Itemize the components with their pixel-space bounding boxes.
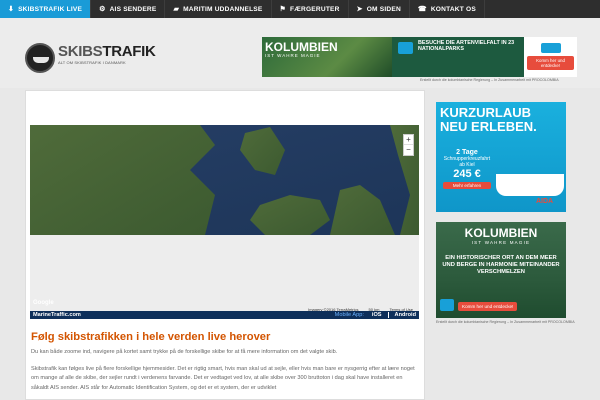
logo-tagline: ALT OM SKIBSTRAFIK I DANMARK [58, 60, 126, 65]
top-navigation: ⬇ SKIBSTRAFIK LIVE ⚙ AIS SENDERE ▰ MARIT… [0, 0, 600, 18]
site-logo[interactable]: SKIBSTRAFIK ALT OM SKIBSTRAFIK I DANMARK [25, 43, 156, 73]
nav-item-ais-sendere[interactable]: ⚙ AIS SENDERE [91, 0, 166, 18]
flag-icon: ⚑ [279, 5, 286, 13]
nav-item-om-siden[interactable]: ➤ OM SIDEN [349, 0, 410, 18]
nav-item-faergeruter[interactable]: ⚑ FÆRGERUTER [272, 0, 349, 18]
phone-icon: ☎ [417, 5, 427, 13]
logo-wordmark: SKIBSTRAFIK [58, 43, 156, 60]
nav-item-maritim-uddannelse[interactable]: ▰ MARITIM UDDANNELSE [165, 0, 272, 18]
ad-headline: KURZURLAUB NEU ERLEBEN. [440, 105, 537, 134]
ad-mid-text: BESUCHE DIE ARTENVIELFALT IN 23 NATIONAL… [418, 40, 515, 52]
ad-headline: KOLUMBIEN [464, 226, 538, 240]
colombia-logo-icon [440, 299, 454, 311]
nav-label: FÆRGERUTER [290, 5, 340, 13]
ad-credit: Erstellt durch die kolumbianische Regier… [420, 78, 559, 82]
android-link[interactable]: Android [395, 312, 416, 318]
cruise-ship-image [496, 174, 564, 196]
ad-offer-card: 2 Tage Schnupperkreuzfahrt ab Kiel 245 €… [443, 149, 491, 189]
nav-label: KONTAKT OS [430, 5, 476, 13]
sidebar-ad-aida[interactable]: KURZURLAUB NEU ERLEBEN. 2 Tage Schnupper… [436, 102, 566, 212]
nav-label: SKIBSTRAFIK LIVE [18, 5, 83, 13]
nav-item-skibstrafik-live[interactable]: ⬇ SKIBSTRAFIK LIVE [0, 0, 92, 18]
marinetraffic-link[interactable]: MarineTraffic.com [33, 312, 81, 318]
map-zoom-control: + − [403, 134, 414, 156]
ad-cta-button[interactable]: Komm her und entdecke! [458, 302, 518, 311]
download-icon: ⬇ [8, 5, 15, 13]
zoom-out-button[interactable]: − [404, 145, 413, 155]
live-ship-map[interactable]: + − Google Imagery ©2016 TerraMetrics 50… [30, 125, 419, 315]
ad-cta-button[interactable]: Mehr erfahren [443, 182, 491, 189]
body-paragraph: Skibstrafik kan følges live på flere for… [31, 366, 415, 391]
main-content: + − Google Imagery ©2016 TerraMetrics 50… [25, 90, 425, 400]
ad-price: 245 € [453, 168, 481, 180]
colombia-logo-icon [398, 42, 413, 54]
paper-plane-icon: ➤ [356, 5, 363, 13]
ad-headline: KOLUMBIEN [265, 40, 338, 54]
satellite-map-image [30, 125, 419, 315]
ship-logo-icon [25, 43, 55, 73]
ios-link[interactable]: iOS [372, 312, 382, 318]
zoom-in-button[interactable]: + [404, 135, 413, 145]
lead-paragraph: Du kan både zoome ind, navigere på korte… [31, 349, 338, 355]
ad-credit: Erstellt durch die kolumbianische Regier… [436, 320, 575, 324]
graduation-icon: ▰ [173, 5, 180, 13]
nav-item-kontakt-os[interactable]: ☎ KONTAKT OS [410, 0, 485, 18]
nav-label: AIS SENDERE [109, 5, 157, 13]
marinetraffic-bar: MarineTraffic.com Mobile App: iOS Androi… [30, 311, 419, 319]
mobile-app-label: Mobile App: [334, 312, 364, 318]
gear-icon: ⚙ [99, 5, 106, 13]
nav-label: MARITIM UDDANNELSE [183, 5, 263, 13]
ad-cta-button[interactable]: Komm her und entdecke! [527, 56, 574, 70]
colombia-logo-icon [540, 43, 561, 53]
ad-body-text: EIN HISTORISCHER ORT AN DEM MEER UND BER… [442, 255, 560, 275]
top-banner-ad[interactable]: KOLUMBIEN IST WAHRE MAGIE BESUCHE DIE AR… [262, 37, 577, 77]
aida-logo: AIDA [536, 198, 554, 205]
sidebar-ad-kolumbien[interactable]: KOLUMBIEN IST WAHRE MAGIE EIN HISTORISCH… [436, 222, 566, 318]
page-title: Følg skibstrafikken i hele verden live h… [31, 331, 271, 343]
nav-label: OM SIDEN [366, 5, 401, 13]
